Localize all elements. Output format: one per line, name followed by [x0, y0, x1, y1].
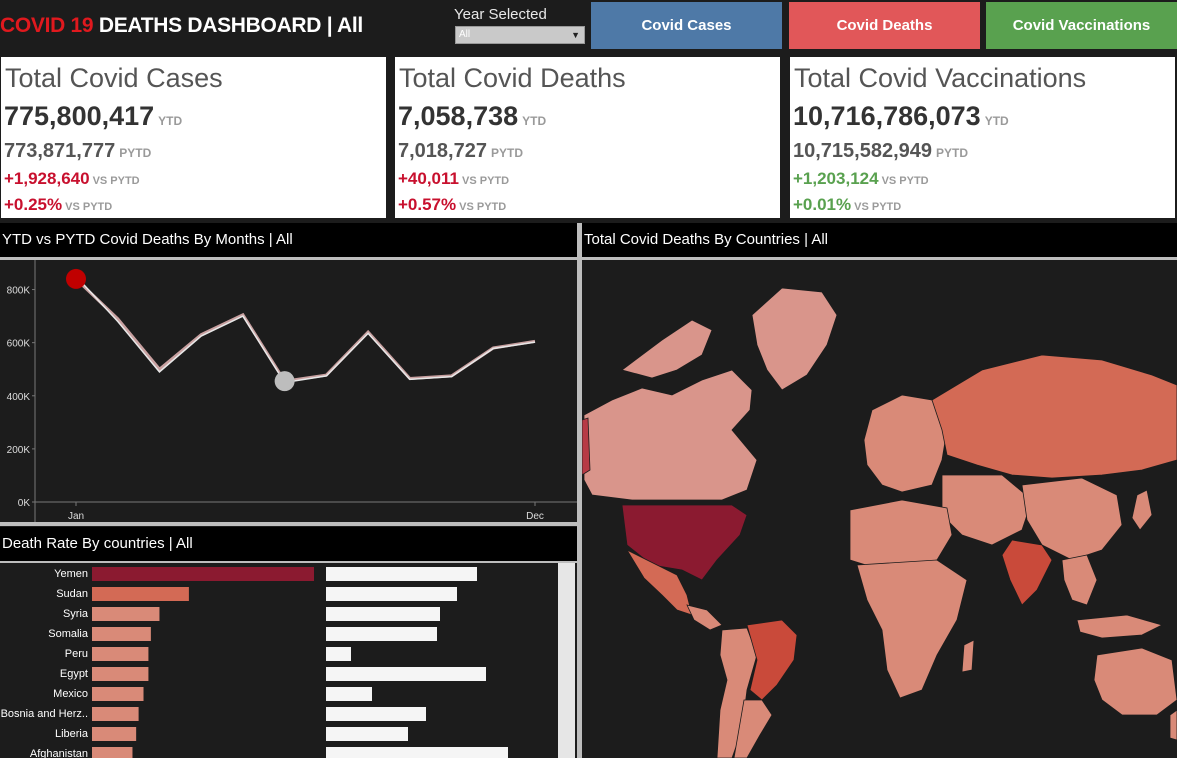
- map-region-sub-saharan-africa[interactable]: [856, 559, 968, 699]
- map-region-australia[interactable]: [1093, 647, 1177, 716]
- bar-category-label: Liberia: [55, 728, 89, 740]
- line-chart-title: YTD vs PYTD Covid Deaths By Months | All: [0, 223, 577, 257]
- kpi-diff-value: +1,928,640 VS PYTD: [4, 169, 140, 188]
- bar: [92, 607, 160, 621]
- map-title: Total Covid Deaths By Countries | All: [582, 223, 1177, 257]
- map-region-europe[interactable]: [863, 394, 948, 493]
- bar: [92, 707, 139, 721]
- bar-category-label: Bosnia and Herz..: [1, 708, 88, 720]
- bar-category-label: Somalia: [48, 628, 89, 640]
- y-tick-label: 800K: [7, 286, 31, 297]
- bar-category-label: Yemen: [54, 568, 88, 580]
- map-region-canada[interactable]: [583, 369, 758, 501]
- bar-chart-svg: Yemen Sudan Syria Somalia Peru Egypt Mexico Bos…: [1, 563, 575, 758]
- bar-secondary: [326, 627, 437, 641]
- bar-category-label: Peru: [65, 648, 88, 660]
- map-region-north-africa[interactable]: [849, 499, 953, 571]
- map-region-madagascar[interactable]: [961, 639, 975, 673]
- bar-category-label: Syria: [63, 608, 89, 620]
- kpi-pct-value: +0.57% VS PYTD: [398, 195, 507, 214]
- highlight-point: [274, 371, 295, 392]
- kpi-diff-value: +40,011 VS PYTD: [398, 169, 510, 188]
- y-tick-label: 200K: [7, 445, 31, 456]
- bar-secondary: [326, 707, 426, 721]
- bar: [92, 747, 133, 758]
- year-selected-label: Year Selected: [454, 6, 547, 23]
- title-rest: DEATHS DASHBOARD | All: [93, 14, 363, 37]
- highlight-point: [66, 268, 86, 289]
- map-region-central-asia[interactable]: [941, 474, 1033, 546]
- bar-category-label: Egypt: [60, 668, 88, 680]
- covid-cases-button-label: Covid Cases: [641, 17, 732, 34]
- map-region-se-asia[interactable]: [1061, 554, 1098, 606]
- covid-vaccinations-button[interactable]: Covid Vaccinations: [986, 2, 1177, 49]
- page-title: COVID 19 DEATHS DASHBOARD | All: [0, 14, 363, 38]
- bar: [92, 667, 149, 681]
- map-region-new-zealand[interactable]: [1169, 709, 1177, 741]
- kpi-ytd-value: 775,800,417 YTD: [4, 101, 183, 131]
- kpi-diff-value: +1,203,124 VS PYTD: [793, 169, 929, 188]
- bar-secondary: [326, 747, 508, 758]
- covid-deaths-button-label: Covid Deaths: [836, 17, 933, 34]
- line-chart-svg: 0K 200K 400K 600K 800K Jan Dec: [7, 260, 577, 522]
- bar-secondary: [326, 567, 477, 581]
- bar-chart-title: Death Rate By countries | All: [0, 527, 577, 561]
- kpi-pct-value: +0.25% VS PYTD: [4, 195, 113, 214]
- y-tick-label: 600K: [7, 339, 31, 350]
- map-region-central-america[interactable]: [686, 604, 723, 631]
- x-tick-label: Jan: [68, 511, 84, 522]
- y-tick-label: 0K: [18, 498, 31, 509]
- covid-cases-button[interactable]: Covid Cases: [591, 2, 782, 49]
- series-line: [74, 277, 536, 383]
- bar-secondary: [326, 587, 457, 601]
- kpi-pytd-value: 773,871,777 PYTD: [4, 140, 152, 162]
- bar-secondary: [326, 687, 372, 701]
- world-map[interactable]: [582, 260, 1177, 758]
- bar: [92, 647, 149, 661]
- map-region-indonesia[interactable]: [1076, 614, 1164, 639]
- kpi-card-vaccinations: Total Covid Vaccinations 10,716,786,073 Y…: [790, 57, 1175, 218]
- y-tick-label: 400K: [7, 392, 31, 403]
- title-red-part: COVID 19: [0, 14, 94, 37]
- year-select-value: All: [459, 29, 471, 40]
- map-region-arctic-islands[interactable]: [621, 319, 713, 379]
- kpi-pct-value: +0.01% VS PYTD: [793, 195, 902, 214]
- kpi-ytd-value: 7,058,738 YTD: [398, 101, 547, 131]
- covid-vaccinations-button-label: Covid Vaccinations: [1012, 17, 1151, 34]
- bar-category-label: Mexico: [53, 688, 88, 700]
- map-region-russia[interactable]: [931, 354, 1177, 479]
- kpi-title: Total Covid Deaths: [399, 63, 626, 93]
- bar: [92, 627, 151, 641]
- kpi-title: Total Covid Cases: [5, 63, 223, 93]
- kpi-pytd-value: 7,018,727 PYTD: [398, 140, 523, 162]
- bar: [92, 727, 137, 741]
- bar-category-label: Sudan: [56, 588, 88, 600]
- divider: [0, 522, 577, 526]
- x-tick-label: Dec: [526, 511, 544, 522]
- kpi-card-cases: Total Covid Cases 775,800,417 YTD 773,871…: [1, 57, 386, 218]
- bar-secondary: [326, 607, 440, 621]
- kpi-card-deaths: Total Covid Deaths 7,058,738 YTD 7,018,72…: [395, 57, 780, 218]
- map-region-greenland[interactable]: [751, 287, 838, 391]
- bar: [92, 567, 314, 581]
- line-chart: 0K 200K 400K 600K 800K Jan Dec: [0, 260, 577, 522]
- bar-secondary: [326, 667, 486, 681]
- chevron-down-icon: ▼: [571, 30, 580, 40]
- kpi-pytd-value: 10,715,582,949 PYTD: [793, 140, 969, 162]
- bar-category-label: Afghanistan: [30, 748, 88, 758]
- scrollbar-track: [558, 563, 575, 758]
- bar: [92, 587, 189, 601]
- kpi-title: Total Covid Vaccinations: [794, 63, 1087, 93]
- world-map-svg: [582, 287, 1177, 758]
- covid-deaths-button[interactable]: Covid Deaths: [789, 2, 980, 49]
- series-line: [75, 275, 536, 384]
- map-region-japan[interactable]: [1131, 489, 1153, 531]
- year-select-dropdown[interactable]: All ▼: [455, 26, 585, 44]
- map-region-india[interactable]: [1001, 539, 1053, 606]
- bar-secondary: [326, 647, 351, 661]
- bar: [92, 687, 144, 701]
- bar-chart: Yemen Sudan Syria Somalia Peru Egypt Mexico Bos…: [0, 563, 577, 758]
- kpi-ytd-value: 10,716,786,073 YTD: [793, 101, 1009, 131]
- bar-secondary: [326, 727, 408, 741]
